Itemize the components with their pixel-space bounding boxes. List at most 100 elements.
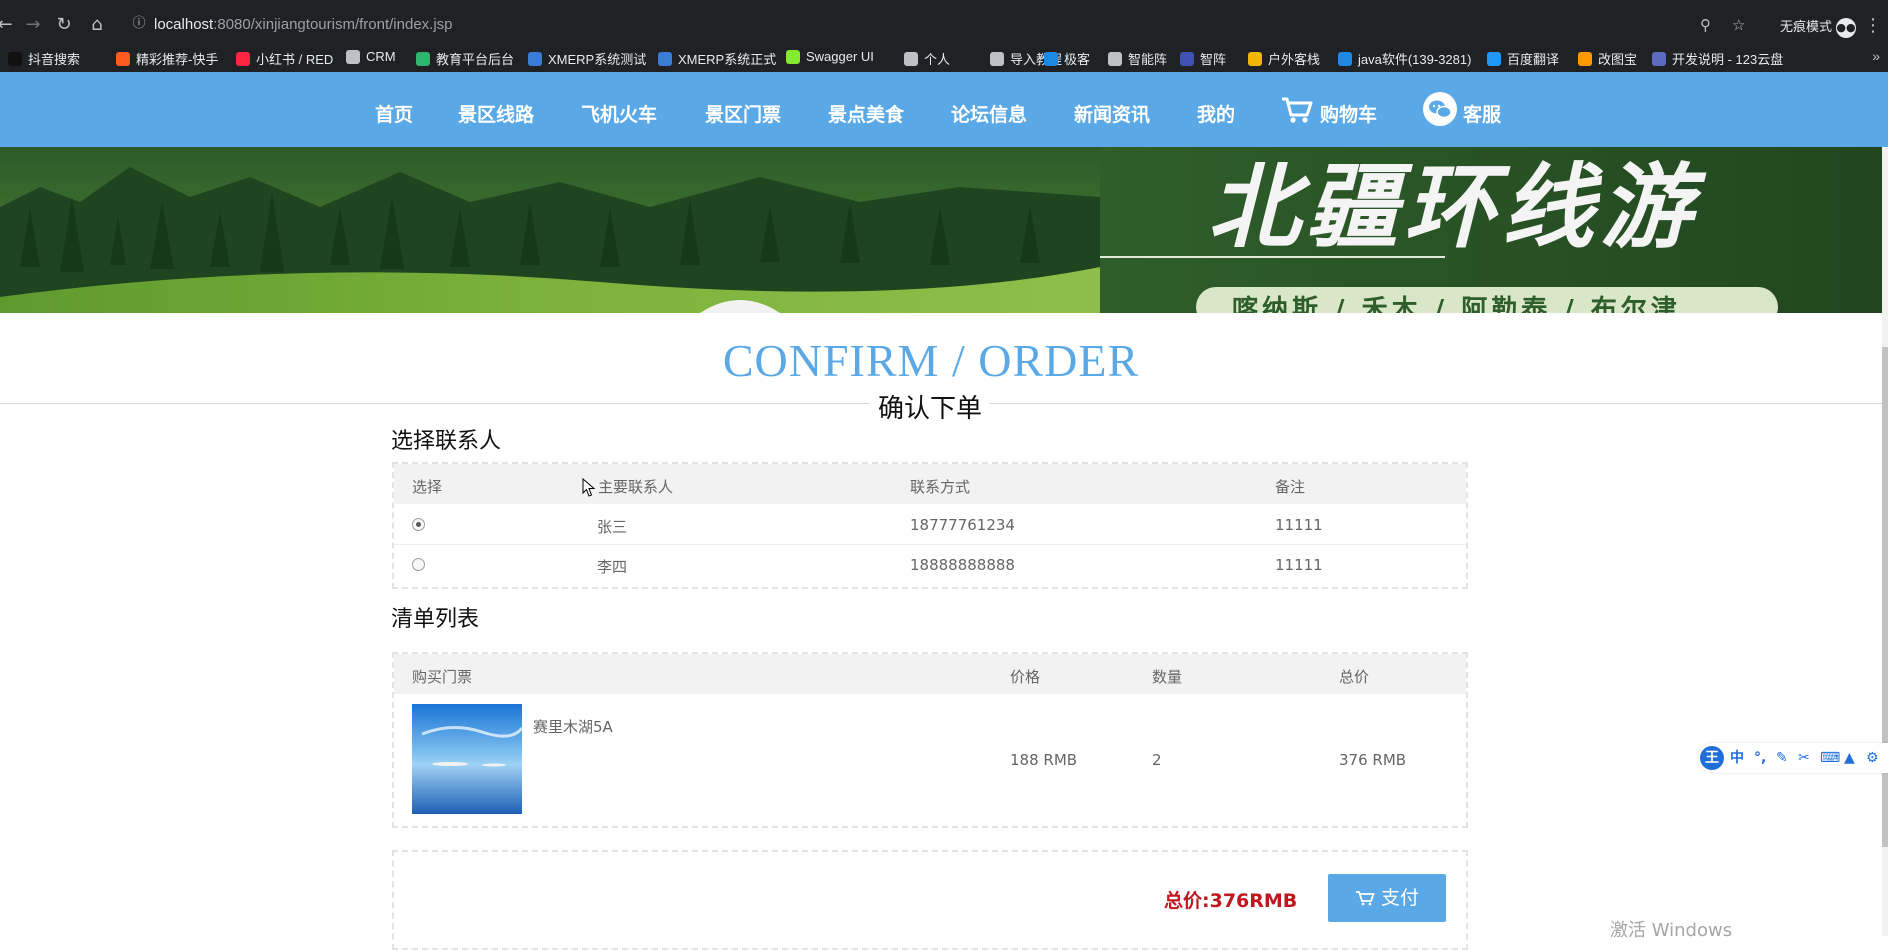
- site-info-icon[interactable]: ⓘ: [130, 15, 148, 33]
- nav-service[interactable]: 客服: [1463, 100, 1501, 127]
- ime-screenshot-icon[interactable]: ✂: [1798, 749, 1810, 767]
- cart-table: 购买门票 价格 数量 总价 赛里木湖5A 188 RMB 2 376 RMB: [392, 652, 1468, 828]
- cart-table-header: 购买门票 价格 数量 总价: [394, 654, 1466, 694]
- nav-food[interactable]: 景点美食: [828, 100, 904, 127]
- row-divider: [394, 544, 1466, 545]
- bookmark-favicon-icon: [236, 51, 250, 66]
- nav-news[interactable]: 新闻资讯: [1074, 100, 1150, 127]
- header-ticket: 购买门票: [412, 668, 473, 686]
- contact-phone: 18777761234: [910, 516, 1015, 534]
- bookmark-item[interactable]: 智能阵: [1108, 49, 1167, 68]
- ime-mode-toggle[interactable]: 中: [1730, 749, 1744, 767]
- bookmark-label: 精彩推荐-快手: [136, 52, 219, 67]
- bookmark-item[interactable]: Swagger UI: [786, 49, 874, 64]
- bookmark-label: XMERP系统测试: [548, 52, 647, 67]
- ime-skin-icon[interactable]: ▲: [1844, 749, 1855, 767]
- browser-menu-icon[interactable]: ⋮: [1864, 16, 1882, 36]
- reload-icon[interactable]: ↻: [53, 14, 75, 36]
- header-phone: 联系方式: [910, 478, 971, 496]
- bookmark-item[interactable]: 百度翻译: [1487, 49, 1559, 68]
- banner-subtitle: 喀纳斯 / 禾木 / 阿勒泰 / 布尔津: [1232, 295, 1681, 313]
- cart-section-title: 清单列表: [391, 607, 480, 632]
- nav-forum[interactable]: 论坛信息: [951, 100, 1027, 127]
- bookmark-favicon-icon: [990, 51, 1004, 66]
- contacts-table-header: 选择 主要联系人 联系方式 备注: [394, 464, 1466, 504]
- incognito-icon[interactable]: ●●: [1836, 18, 1856, 38]
- bookmark-favicon-icon: [786, 49, 800, 64]
- nav-tickets[interactable]: 景区门票: [705, 100, 781, 127]
- page-title-cn: 确认下单: [870, 388, 991, 425]
- bookmark-label: 智能阵: [1128, 52, 1168, 67]
- ime-keyboard-icon[interactable]: ⌨: [1820, 749, 1840, 767]
- nav-mine[interactable]: 我的: [1197, 100, 1235, 127]
- ticket-quantity: 2: [1152, 751, 1162, 769]
- pay-button[interactable]: 支付: [1328, 874, 1446, 922]
- customer-service-icon[interactable]: [1423, 92, 1457, 126]
- bookmark-label: 百度翻译: [1507, 52, 1560, 67]
- address-url[interactable]: localhost:8080/xinjiangtourism/front/ind…: [154, 16, 453, 33]
- nav-home[interactable]: 首页: [375, 100, 413, 127]
- bookmark-label: XMERP系统正式: [678, 52, 777, 67]
- bookmark-label: 教育平台后台: [436, 52, 515, 67]
- ime-toolbar[interactable]: 王 中 °, ✎ ✂ ⌨ ▲ ⚙: [1698, 743, 1888, 773]
- site-navbar: 首页 景区线路 飞机火车 景区门票 景点美食 论坛信息 新闻资讯 我的 购物车 …: [0, 72, 1888, 147]
- nav-flights-trains[interactable]: 飞机火车: [581, 100, 657, 127]
- bookmark-favicon-icon: [1180, 51, 1194, 66]
- header-total: 总价: [1339, 668, 1370, 686]
- bookmark-item[interactable]: 改图宝: [1578, 49, 1637, 68]
- bookmark-item[interactable]: CRM: [346, 49, 396, 64]
- ticket-thumbnail[interactable]: [412, 704, 522, 814]
- bookmark-favicon-icon: [1487, 51, 1501, 66]
- bookmark-item[interactable]: 智阵: [1180, 49, 1226, 68]
- nav-scenic-routes[interactable]: 景区线路: [458, 100, 534, 127]
- bookmark-favicon-icon: [1578, 51, 1592, 66]
- bookmark-item[interactable]: 精彩推荐-快手: [116, 49, 218, 68]
- contact-radio[interactable]: [412, 518, 425, 531]
- bookmarks-overflow-icon[interactable]: »: [1872, 48, 1880, 64]
- home-icon[interactable]: ⌂: [86, 14, 108, 36]
- bookmark-label: 小红书 / RED: [256, 52, 334, 67]
- header-note: 备注: [1275, 478, 1306, 496]
- contact-radio[interactable]: [412, 558, 425, 571]
- bookmark-item[interactable]: java软件(139-3281): [1338, 49, 1471, 68]
- bookmark-favicon-icon: [346, 49, 360, 64]
- banner-title: 北疆环线游: [1208, 153, 1699, 261]
- ime-logo-icon[interactable]: 王: [1700, 746, 1724, 770]
- bookmark-label: 开发说明 - 123云盘: [1672, 52, 1784, 67]
- forward-icon[interactable]: →: [22, 14, 44, 36]
- header-contact-name: 主要联系人: [598, 478, 674, 496]
- back-icon[interactable]: ←: [0, 14, 16, 36]
- ticket-name[interactable]: 赛里木湖5A: [533, 716, 613, 737]
- bookmark-item[interactable]: 开发说明 - 123云盘: [1652, 49, 1783, 68]
- bookmark-favicon-icon: [1652, 51, 1666, 66]
- contact-name: 张三: [597, 518, 628, 536]
- bookmark-item[interactable]: 个人: [904, 49, 950, 68]
- bookmark-label: CRM: [366, 49, 396, 64]
- ticket-total: 376 RMB: [1339, 751, 1407, 769]
- bookmark-favicon-icon: [658, 51, 672, 66]
- header-select: 选择: [412, 478, 443, 496]
- bookmark-favicon-icon: [416, 51, 430, 66]
- ime-handwrite-icon[interactable]: ✎: [1776, 749, 1788, 767]
- bookmark-item[interactable]: 抖音搜索: [8, 49, 80, 68]
- header-price: 价格: [1010, 668, 1041, 686]
- ime-settings-icon[interactable]: ⚙: [1866, 749, 1879, 767]
- ime-punctuation-icon[interactable]: °,: [1754, 749, 1766, 767]
- bookmark-item[interactable]: XMERP系统正式: [658, 49, 776, 68]
- bookmark-item[interactable]: 极客: [1044, 49, 1090, 68]
- bookmark-star-icon[interactable]: ☆: [1732, 14, 1745, 36]
- bookmark-item[interactable]: XMERP系统测试: [528, 49, 646, 68]
- bookmark-label: 智阵: [1200, 52, 1227, 67]
- contacts-section-title: 选择联系人: [391, 429, 502, 454]
- cart-icon[interactable]: [1281, 96, 1313, 124]
- payment-box: 总价:376RMB 支付: [392, 850, 1468, 950]
- bookmark-item[interactable]: 小红书 / RED: [236, 49, 333, 68]
- address-bar[interactable]: ⓘ localhost:8080/xinjiangtourism/front/i…: [126, 12, 1754, 38]
- page-scrollbar[interactable]: [1882, 147, 1888, 936]
- bookmark-item[interactable]: 户外客栈: [1248, 49, 1320, 68]
- mouse-cursor-icon: [582, 478, 596, 497]
- nav-cart[interactable]: 购物车: [1320, 100, 1377, 127]
- contact-phone: 18888888888: [910, 556, 1015, 574]
- bookmark-item[interactable]: 教育平台后台: [416, 49, 514, 68]
- zoom-icon[interactable]: ⚲: [1700, 14, 1711, 36]
